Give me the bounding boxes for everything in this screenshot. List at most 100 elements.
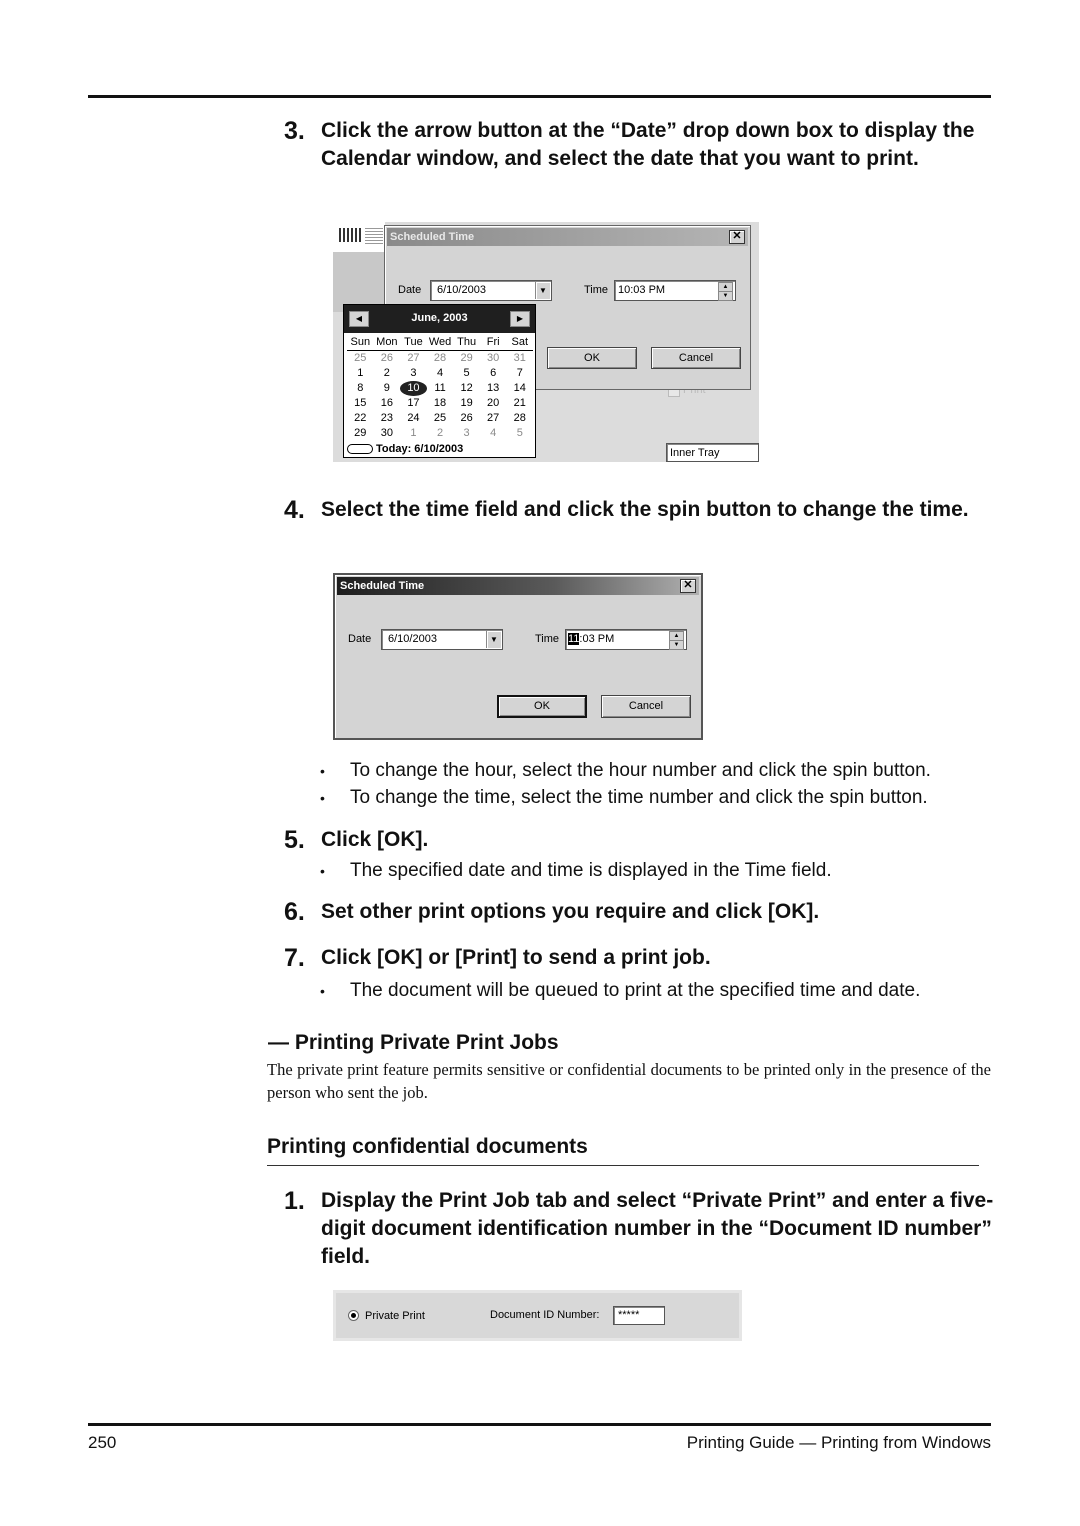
calendar-day[interactable]: 27 bbox=[480, 411, 507, 426]
dialog-titlebar: Scheduled Time ✕ bbox=[387, 228, 748, 246]
calendar-day[interactable]: 26 bbox=[453, 411, 480, 426]
date-label: Date bbox=[348, 633, 372, 645]
step-4: 4. Select the time field and click the s… bbox=[284, 496, 1000, 524]
page-number: 250 bbox=[88, 1433, 117, 1452]
calendar-day[interactable]: 31 bbox=[506, 351, 533, 366]
calendar-day[interactable]: 7 bbox=[506, 366, 533, 381]
calendar-day[interactable]: 1 bbox=[347, 366, 374, 381]
calendar-day[interactable]: 29 bbox=[347, 426, 374, 441]
next-month-button[interactable]: ▶ bbox=[510, 311, 530, 327]
calendar-week-row: 15 16 17 18 19 20 21 bbox=[347, 396, 533, 411]
step-number: 6. bbox=[284, 898, 305, 926]
calendar-day[interactable]: 1 bbox=[400, 426, 427, 441]
calendar-day[interactable]: 20 bbox=[480, 396, 507, 411]
calendar-day[interactable]: 4 bbox=[427, 366, 454, 381]
step-text: Select the time field and click the spin… bbox=[321, 498, 969, 521]
document-id-input[interactable]: ***** bbox=[613, 1306, 665, 1325]
background-toolbar bbox=[333, 222, 385, 252]
bullet-icon: • bbox=[320, 790, 325, 806]
calendar-day[interactable]: 23 bbox=[374, 411, 401, 426]
ok-button[interactable]: OK bbox=[547, 347, 637, 369]
weekday-label: Sat bbox=[511, 336, 529, 348]
calendar-day[interactable]: 18 bbox=[427, 396, 454, 411]
private-print-panel: Private Print Document ID Number: ***** bbox=[333, 1290, 742, 1341]
calendar-day[interactable]: 14 bbox=[506, 381, 533, 396]
calendar-day[interactable]: 4 bbox=[480, 426, 507, 441]
calendar-day[interactable]: 22 bbox=[347, 411, 374, 426]
step-text: Click [OK]. bbox=[321, 828, 429, 851]
cancel-button[interactable]: Cancel bbox=[601, 695, 691, 718]
calendar-day[interactable]: 19 bbox=[453, 396, 480, 411]
cancel-button[interactable]: Cancel bbox=[651, 347, 741, 369]
calendar-week-row: 22 23 24 25 26 27 28 bbox=[347, 411, 533, 426]
calendar-day[interactable]: 29 bbox=[453, 351, 480, 366]
bg-tray-field[interactable]: Inner Tray bbox=[666, 443, 759, 462]
bullet-icon: • bbox=[320, 763, 325, 779]
calendar-day[interactable]: 16 bbox=[374, 396, 401, 411]
dialog-title: Scheduled Time bbox=[390, 231, 475, 243]
calendar-day[interactable]: 8 bbox=[347, 381, 374, 396]
calendar-grid: Sun Mon Tue Wed Thu Fri Sat 25 26 27 28 29 30 31 1 2 3 4 5… bbox=[347, 335, 533, 441]
calendar-day[interactable]: 13 bbox=[480, 381, 507, 396]
calendar-day[interactable]: 17 bbox=[400, 396, 427, 411]
calendar-day[interactable]: 25 bbox=[427, 411, 454, 426]
date-field[interactable]: 6/10/2003 ▼ bbox=[430, 280, 552, 301]
time-value: 10:03 PM bbox=[618, 284, 666, 296]
section-title: — Printing Private Print Jobs bbox=[268, 1031, 559, 1054]
calendar-day[interactable]: 15 bbox=[347, 396, 374, 411]
spin-down-button[interactable]: ▼ bbox=[718, 291, 733, 301]
footer-rule bbox=[88, 1423, 991, 1426]
today-link[interactable]: Today: 6/10/2003 bbox=[347, 443, 463, 455]
close-button[interactable]: ✕ bbox=[680, 579, 696, 593]
calendar-day[interactable]: 6 bbox=[480, 366, 507, 381]
bullet-item: • To change the hour, select the hour nu… bbox=[320, 758, 931, 784]
date-field[interactable]: 6/10/2003 ▼ bbox=[381, 629, 503, 650]
calendar-day[interactable]: 12 bbox=[453, 381, 480, 396]
calendar-week-row: 8 9 10 11 12 13 14 bbox=[347, 381, 533, 396]
close-button[interactable]: ✕ bbox=[729, 230, 745, 244]
weekday-label: Fri bbox=[486, 336, 500, 348]
ok-button[interactable]: OK bbox=[497, 695, 587, 718]
calendar-day[interactable]: 5 bbox=[453, 366, 480, 381]
step-text: Display the Print Job tab and select “Pr… bbox=[321, 1189, 994, 1268]
time-field[interactable]: 11:03 PM ▲ ▼ bbox=[565, 629, 687, 650]
calendar-day[interactable]: 30 bbox=[480, 351, 507, 366]
step-text: Click the arrow button at the “Date” dro… bbox=[321, 119, 975, 170]
calendar-day[interactable]: 21 bbox=[506, 396, 533, 411]
bullet-icon: • bbox=[320, 983, 325, 999]
bullet-text: The specified date and time is displayed… bbox=[350, 860, 832, 881]
step-number: 3. bbox=[284, 117, 305, 145]
date-dropdown-button[interactable]: ▼ bbox=[486, 631, 501, 648]
time-hour-selected: 11 bbox=[568, 633, 580, 645]
calendar-day[interactable]: 3 bbox=[453, 426, 480, 441]
calendar-day[interactable]: 11 bbox=[427, 381, 454, 396]
step-number: 7. bbox=[284, 944, 305, 972]
bullet-item: • To change the time, select the time nu… bbox=[320, 785, 928, 811]
time-field[interactable]: 10:03 PM ▲ ▼ bbox=[614, 280, 736, 301]
calendar-day[interactable]: 5 bbox=[506, 426, 533, 441]
date-dropdown-button[interactable]: ▼ bbox=[535, 282, 550, 299]
guide-title: Printing Guide — Printing from Windows bbox=[686, 1433, 991, 1452]
calendar-day[interactable]: 30 bbox=[374, 426, 401, 441]
calendar-day[interactable]: 27 bbox=[400, 351, 427, 366]
scheduled-time-dialog-2: Scheduled Time ✕ Date 6/10/2003 ▼ Time 1… bbox=[333, 573, 703, 740]
calendar-day[interactable]: 26 bbox=[374, 351, 401, 366]
calendar-day[interactable]: 2 bbox=[427, 426, 454, 441]
calendar-day[interactable]: 28 bbox=[427, 351, 454, 366]
step-text: Click [OK] or [Print] to send a print jo… bbox=[321, 946, 711, 969]
step-text: Set other print options you require and … bbox=[321, 900, 820, 923]
calendar-day[interactable]: 24 bbox=[400, 411, 427, 426]
weekday-label: Sun bbox=[350, 336, 371, 348]
calendar-day[interactable]: 28 bbox=[506, 411, 533, 426]
time-label: Time bbox=[584, 284, 609, 296]
calendar-day[interactable]: 3 bbox=[400, 366, 427, 381]
step-number: 1. bbox=[284, 1187, 305, 1215]
today-circle-icon bbox=[347, 444, 373, 455]
calendar-day-selected[interactable]: 10 bbox=[400, 381, 427, 396]
private-print-radio[interactable] bbox=[348, 1310, 359, 1321]
step-3: 3. Click the arrow button at the “Date” … bbox=[284, 117, 1000, 173]
calendar-day[interactable]: 9 bbox=[374, 381, 401, 396]
calendar-day[interactable]: 25 bbox=[347, 351, 374, 366]
spin-down-button[interactable]: ▼ bbox=[669, 640, 684, 650]
calendar-day[interactable]: 2 bbox=[374, 366, 401, 381]
